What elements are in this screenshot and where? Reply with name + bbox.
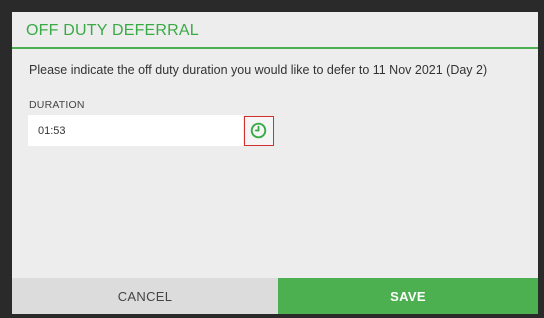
- cancel-button[interactable]: CANCEL: [12, 278, 278, 314]
- screen-backdrop: OFF DUTY DEFERRAL Please indicate the of…: [0, 0, 544, 318]
- clock-picker-button[interactable]: [244, 116, 274, 146]
- dialog-header: OFF DUTY DEFERRAL: [12, 12, 538, 49]
- dialog-message: Please indicate the off duty duration yo…: [29, 63, 488, 77]
- dialog-title: OFF DUTY DEFERRAL: [26, 22, 199, 39]
- dialog-footer: CANCEL SAVE: [12, 278, 538, 314]
- save-button[interactable]: SAVE: [278, 278, 538, 314]
- duration-label: DURATION: [29, 99, 85, 111]
- duration-input[interactable]: [28, 115, 243, 146]
- clock-icon: [250, 122, 267, 139]
- off-duty-deferral-dialog: OFF DUTY DEFERRAL Please indicate the of…: [12, 12, 538, 314]
